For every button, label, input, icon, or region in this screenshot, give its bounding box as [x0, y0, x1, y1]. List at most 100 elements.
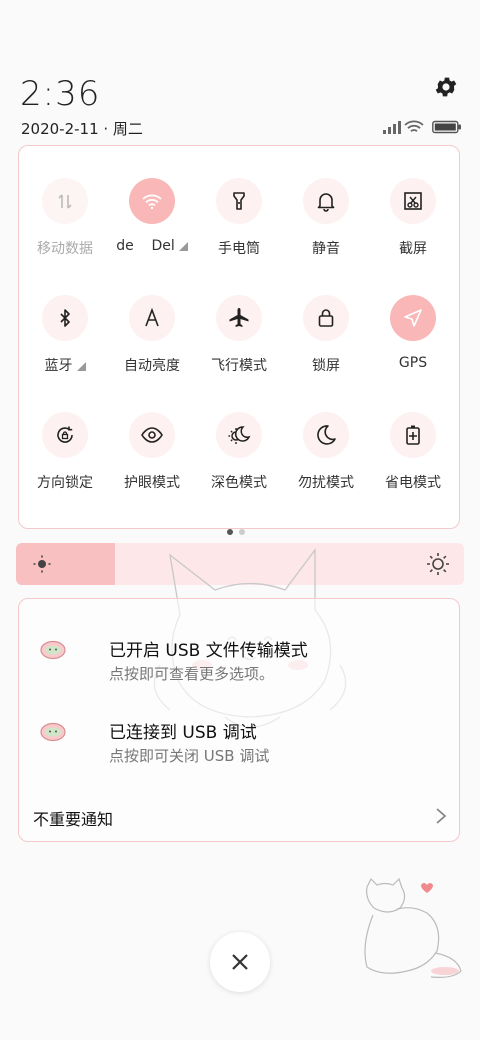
bluetooth-icon	[60, 309, 70, 327]
tile-label: 自动亮度	[108, 355, 196, 375]
gear-icon[interactable]	[433, 74, 459, 100]
tile-bluetooth[interactable]: 蓝牙	[21, 295, 109, 375]
tile-label: 深色模式	[195, 472, 283, 492]
expand-triangle-icon[interactable]	[76, 362, 86, 371]
tile-screenshot[interactable]: 截屏	[369, 178, 457, 258]
wifi-toggle[interactable]	[129, 178, 175, 224]
lock-toggle[interactable]	[303, 295, 349, 341]
tile-label-text: 手电筒	[218, 241, 260, 257]
dark-mode-icon	[228, 426, 251, 444]
brightness-high-icon	[427, 553, 449, 575]
tile-wifi[interactable]: de Del	[108, 178, 196, 254]
tile-mobile-data[interactable]: 移动数据	[21, 178, 109, 258]
tile-label: de Del	[108, 238, 196, 254]
tile-label: 蓝牙	[21, 355, 109, 375]
airplane-icon	[229, 308, 249, 327]
auto-brightness-toggle[interactable]	[129, 295, 175, 341]
tile-flashlight[interactable]: 手电筒	[195, 178, 283, 258]
tile-label-text: 方向锁定	[37, 475, 93, 491]
tile-label-text: 护眼模式	[124, 475, 180, 491]
mobile-data-toggle[interactable]	[42, 178, 88, 224]
tile-auto-brightness[interactable]: 自动亮度	[108, 295, 196, 375]
tile-label: GPS	[369, 355, 457, 371]
gps-toggle[interactable]	[390, 295, 436, 341]
tile-label: 勿扰模式	[282, 472, 370, 492]
notification-card: 已开启 USB 文件传输模式 点按即可查看更多选项。 已连接到 USB 调试 点…	[18, 598, 460, 842]
brightness-fill	[16, 543, 115, 585]
page-indicator	[224, 520, 248, 539]
mobile-data-icon	[58, 194, 72, 209]
tile-label: 移动数据	[21, 238, 109, 258]
usb-app-icon	[40, 722, 66, 742]
close-icon	[232, 954, 248, 970]
wifi-icon	[142, 194, 162, 210]
flashlight-toggle[interactable]	[216, 178, 262, 224]
bell-icon	[317, 193, 335, 212]
rotation-lock-icon	[57, 426, 73, 443]
tile-label: 护眼模式	[108, 472, 196, 492]
notification-title: 已开启 USB 文件传输模式	[109, 641, 308, 661]
tile-dark-mode[interactable]: 深色模式	[195, 412, 283, 492]
eye-toggle[interactable]	[129, 412, 175, 458]
battery-saver-toggle[interactable]	[390, 412, 436, 458]
tile-label-text: 勿扰模式	[298, 475, 354, 491]
quick-settings-panel: 移动数据 de Del 手电筒 静音 截屏蓝牙 自动亮度 飞行模式 锁屏 GPS 方向锁定 护眼模式…	[18, 145, 460, 535]
close-button[interactable]	[210, 932, 270, 992]
tile-airplane[interactable]: 飞行模式	[195, 295, 283, 375]
tile-label: 截屏	[369, 238, 457, 258]
tile-label-text: de Del	[116, 238, 175, 254]
screenshot-toggle[interactable]	[390, 178, 436, 224]
auto-brightness-icon	[145, 307, 159, 327]
bell-toggle[interactable]	[303, 178, 349, 224]
tile-bell[interactable]: 静音	[282, 178, 370, 258]
eye-icon	[141, 427, 163, 443]
tile-label: 静音	[282, 238, 370, 258]
battery-saver-icon	[406, 425, 420, 445]
dark-mode-toggle[interactable]	[216, 412, 262, 458]
screenshot-icon	[404, 192, 422, 210]
notification-title: 已连接到 USB 调试	[109, 723, 257, 743]
tile-label-text: 省电模式	[385, 475, 441, 491]
tile-label-text: 蓝牙	[44, 358, 73, 374]
tile-label-text: 自动亮度	[124, 358, 180, 374]
signal-icon	[383, 121, 401, 134]
tile-label-text: 锁屏	[312, 358, 340, 374]
page-dot-active	[227, 529, 233, 535]
rotation-lock-toggle[interactable]	[42, 412, 88, 458]
tile-rotation-lock[interactable]: 方向锁定	[21, 412, 109, 492]
clock-time: 2:36	[20, 74, 101, 114]
notification-subtitle: 点按即可查看更多选项。	[109, 665, 275, 683]
tile-label-text: GPS	[398, 355, 428, 371]
tile-lock[interactable]: 锁屏	[282, 295, 370, 375]
tile-label-text: 截屏	[399, 241, 427, 257]
wifi-status-icon	[404, 120, 424, 132]
lock-icon	[318, 309, 334, 327]
tile-label: 方向锁定	[21, 472, 109, 492]
battery-icon	[432, 120, 461, 134]
page-dot	[239, 529, 245, 535]
tile-label-text: 移动数据	[37, 241, 93, 257]
gps-icon	[404, 309, 422, 327]
bluetooth-toggle[interactable]	[42, 295, 88, 341]
cat-doodle-illustration	[364, 877, 462, 978]
tile-moon[interactable]: 勿扰模式	[282, 412, 370, 492]
expand-triangle-icon[interactable]	[178, 242, 188, 251]
tile-gps[interactable]: GPS	[369, 295, 457, 371]
tile-label-text: 飞行模式	[211, 358, 267, 374]
moon-icon	[317, 425, 336, 445]
date-text: 2020-2-11 · 周二	[21, 120, 143, 138]
tile-label-text: 静音	[312, 241, 340, 257]
tile-label-text: 深色模式	[211, 475, 267, 491]
tile-eye[interactable]: 护眼模式	[108, 412, 196, 492]
brightness-low-icon	[33, 555, 51, 573]
chevron-right-icon[interactable]	[435, 807, 447, 825]
unimportant-notifications-link[interactable]: 不重要通知	[33, 806, 113, 830]
tile-battery-saver[interactable]: 省电模式	[369, 412, 457, 492]
usb-app-icon	[40, 640, 66, 660]
notification-subtitle: 点按即可关闭 USB 调试	[109, 747, 270, 765]
tile-label: 手电筒	[195, 238, 283, 258]
tile-label: 省电模式	[369, 472, 457, 492]
tile-label: 锁屏	[282, 355, 370, 375]
moon-toggle[interactable]	[303, 412, 349, 458]
airplane-toggle[interactable]	[216, 295, 262, 341]
